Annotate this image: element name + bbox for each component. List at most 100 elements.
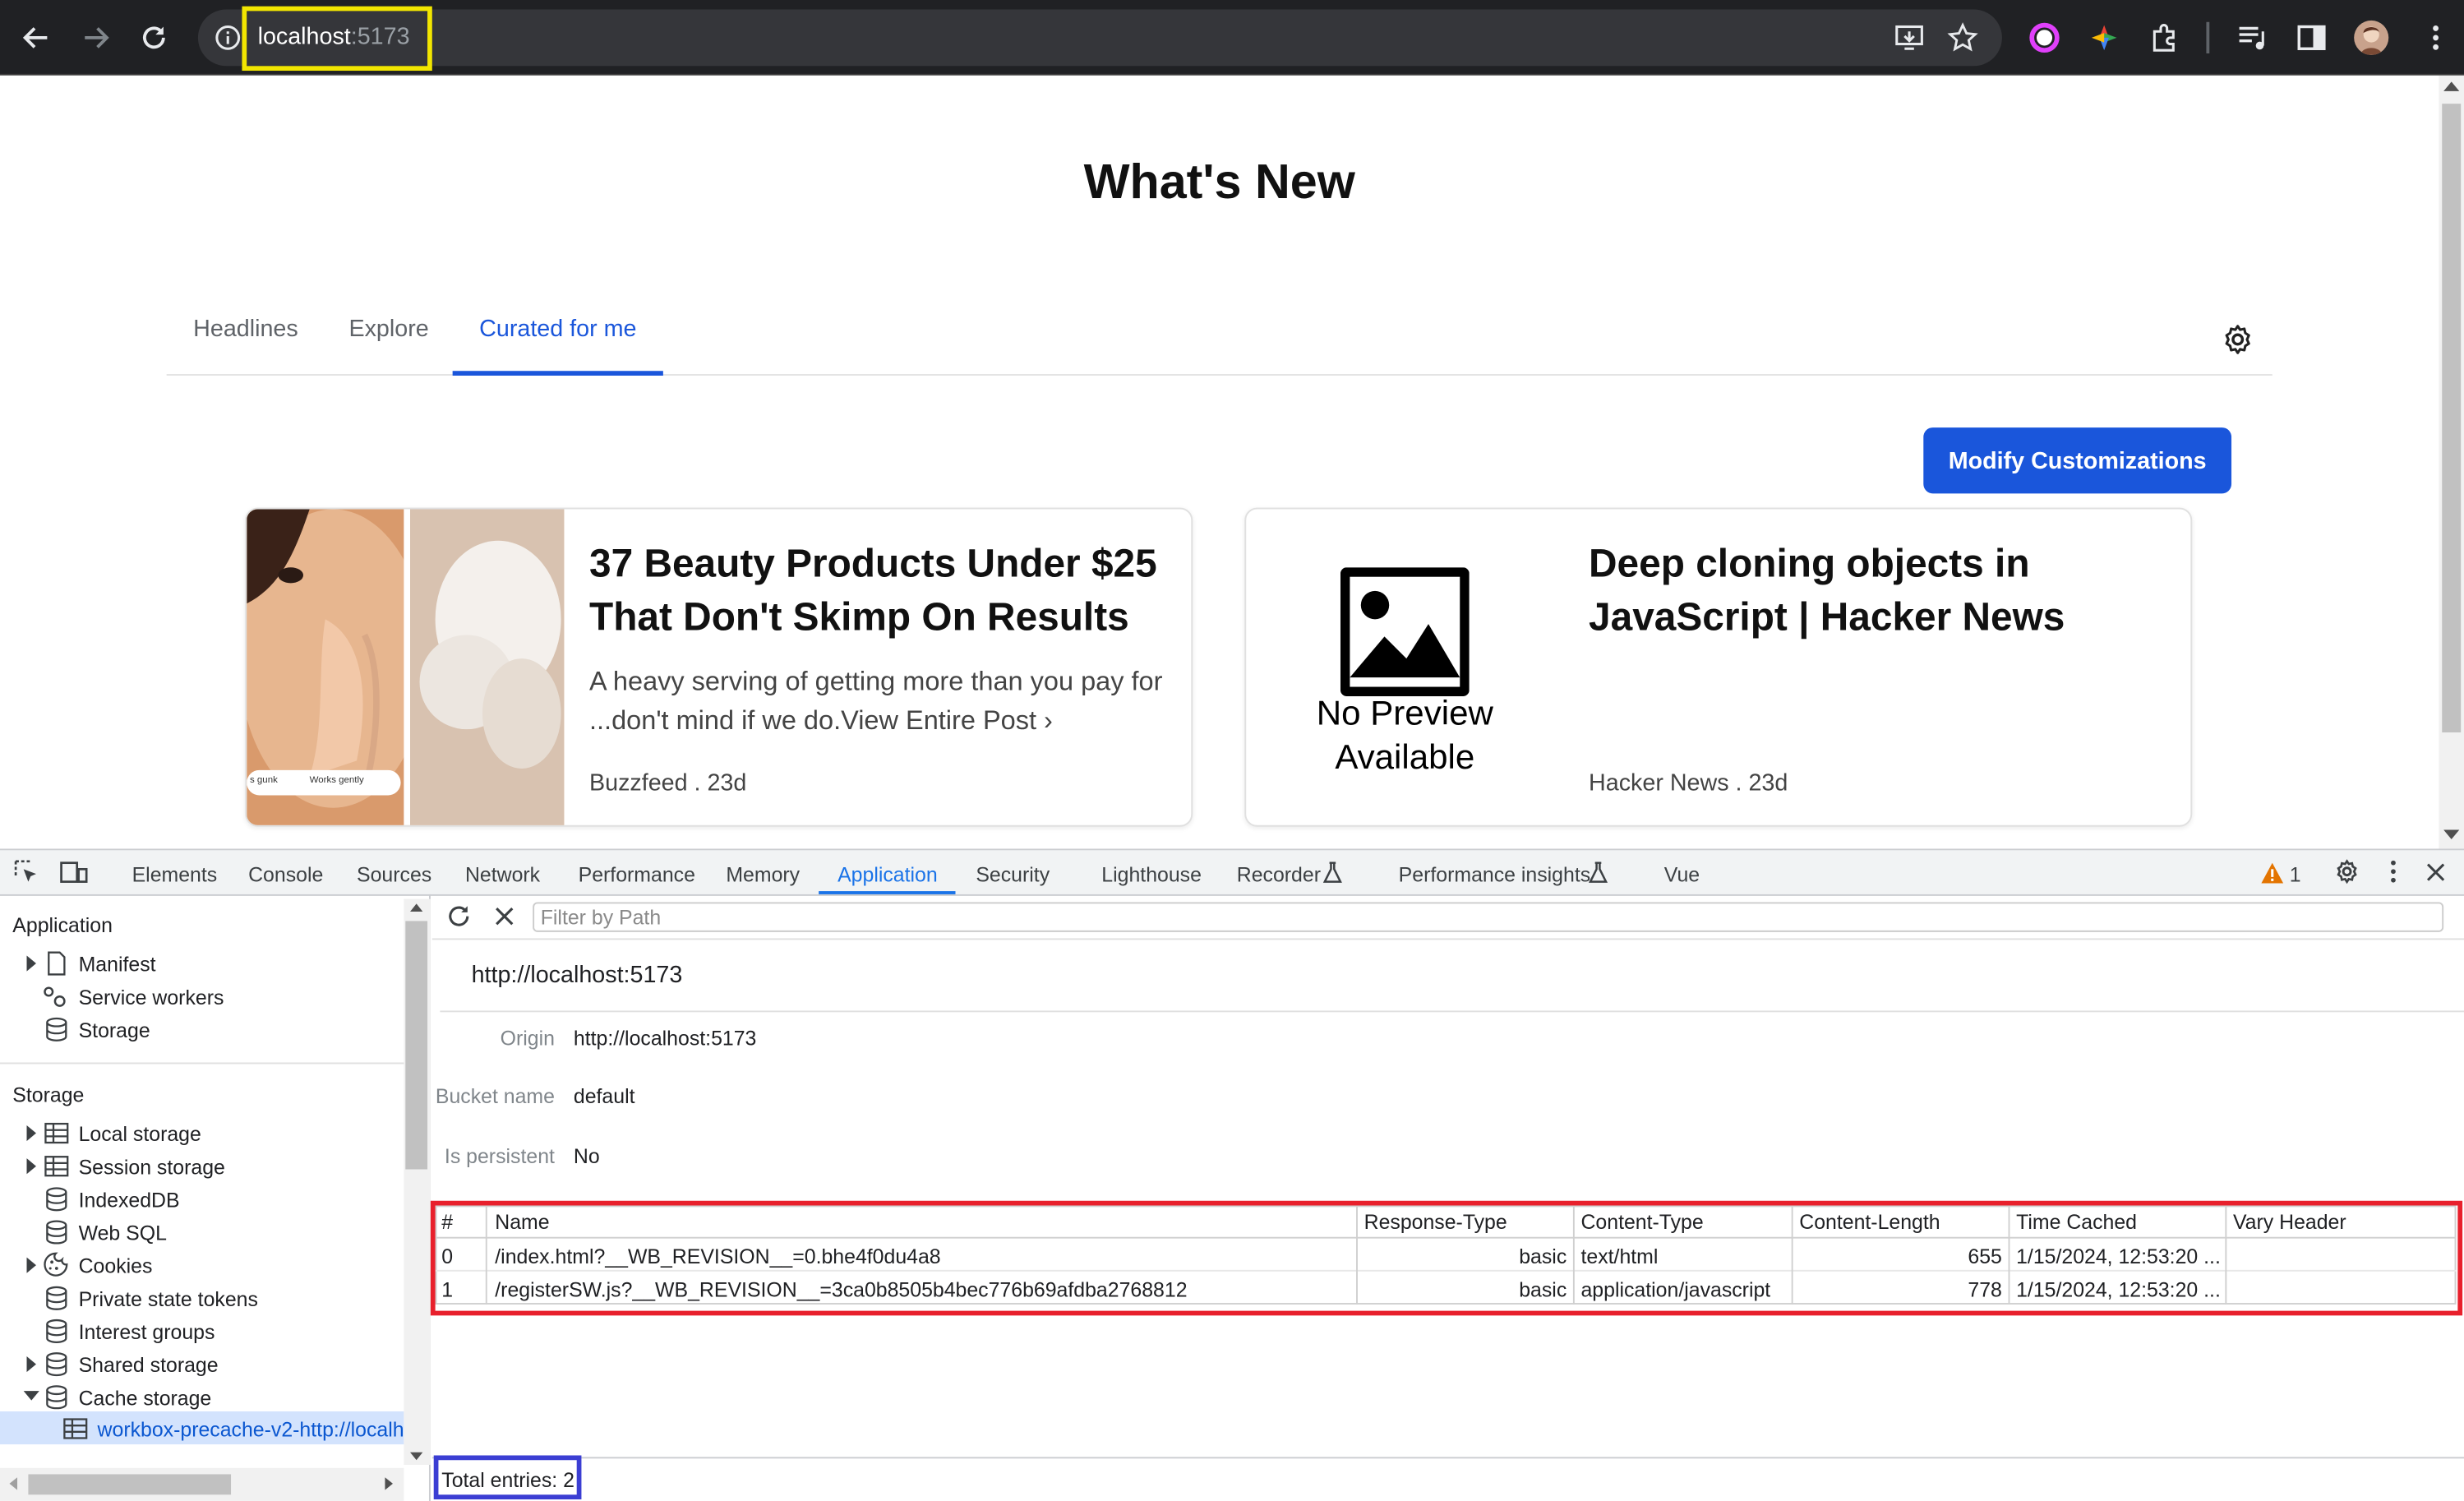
sidebar-item-storage[interactable]: Storage bbox=[79, 1018, 150, 1042]
experimental-flask-icon bbox=[1589, 861, 1608, 884]
gears-icon bbox=[41, 984, 67, 1009]
url-highlight-box bbox=[242, 6, 432, 72]
devtools-more-options-icon[interactable] bbox=[2381, 858, 2406, 885]
sidebar-item-service-workers[interactable]: Service workers bbox=[79, 986, 224, 1009]
expand-arrow-icon[interactable] bbox=[26, 1356, 36, 1373]
devtools-tab-application[interactable]: Application bbox=[837, 863, 938, 887]
devtools-tab-recorder[interactable]: Recorder bbox=[1237, 863, 1321, 887]
article-thumbnail: s gunk Works gently bbox=[247, 509, 565, 825]
warning-count[interactable]: 1 bbox=[2290, 863, 2301, 887]
sidebar-item-indexeddb[interactable]: IndexedDB bbox=[79, 1188, 180, 1212]
sidebar-section-application: Application bbox=[12, 912, 113, 937]
reload-icon[interactable] bbox=[135, 19, 173, 57]
install-app-icon[interactable] bbox=[1894, 22, 1925, 53]
sidebar-hscroll-thumb[interactable] bbox=[28, 1474, 232, 1495]
devtools-tab-vue[interactable]: Vue bbox=[1664, 863, 1700, 887]
refresh-icon[interactable] bbox=[446, 903, 472, 929]
sidebar-item-local-storage[interactable]: Local storage bbox=[79, 1122, 201, 1146]
image-placeholder-icon bbox=[1340, 567, 1470, 697]
article-description: A heavy serving of getting more than you… bbox=[589, 666, 1163, 697]
scroll-down-arrow-icon[interactable] bbox=[410, 1452, 423, 1461]
expand-arrow-icon[interactable] bbox=[26, 1257, 36, 1273]
palette-extension-icon[interactable] bbox=[2088, 22, 2120, 53]
database-icon bbox=[44, 1319, 70, 1344]
devtools-tab-memory[interactable]: Memory bbox=[726, 863, 800, 887]
devtools-tabbar: Elements Console Sources Network Perform… bbox=[0, 850, 2464, 896]
sidebar-item-session-storage[interactable]: Session storage bbox=[79, 1155, 225, 1179]
detail-key-is-persistent: Is persistent bbox=[444, 1143, 555, 1168]
modify-customizations-button[interactable]: Modify Customizations bbox=[1923, 427, 2232, 494]
article-card[interactable]: s gunk Works gently 37 Beauty Products U… bbox=[245, 507, 1193, 827]
clear-icon[interactable] bbox=[493, 905, 515, 927]
article-source-meta: Buzzfeed . 23d bbox=[589, 769, 747, 797]
scroll-up-arrow-icon[interactable] bbox=[2443, 81, 2460, 91]
detail-value-bucket-name: default bbox=[573, 1084, 635, 1108]
close-devtools-icon[interactable] bbox=[2423, 860, 2448, 885]
devtools-tab-sources[interactable]: Sources bbox=[357, 863, 431, 887]
expand-arrow-icon[interactable] bbox=[26, 1158, 36, 1175]
sidebar-item-cache-storage[interactable]: Cache storage bbox=[79, 1386, 212, 1410]
scroll-down-arrow-icon[interactable] bbox=[2443, 829, 2460, 840]
article-title-line: 37 Beauty Products Under $25 bbox=[589, 542, 1157, 587]
sidebar-item-shared-storage[interactable]: Shared storage bbox=[79, 1353, 219, 1377]
article-description[interactable]: ...don't mind if we do.View Entire Post … bbox=[589, 701, 1053, 741]
devtools-tab-elements[interactable]: Elements bbox=[132, 863, 218, 887]
devtools-tab-network[interactable]: Network bbox=[465, 863, 540, 887]
collapse-arrow-icon[interactable] bbox=[23, 1391, 39, 1401]
experimental-flask-icon bbox=[1322, 861, 1342, 884]
media-queue-icon[interactable] bbox=[2236, 22, 2268, 53]
page-scrollbar-thumb[interactable] bbox=[2442, 104, 2462, 732]
article-card[interactable]: No Preview Available Deep cloning object… bbox=[1244, 507, 2193, 827]
devtools-tab-console[interactable]: Console bbox=[248, 863, 323, 887]
color-picker-extension-icon[interactable] bbox=[2028, 22, 2060, 53]
devtools-tab-security[interactable]: Security bbox=[976, 863, 1050, 887]
site-info-icon[interactable] bbox=[214, 24, 242, 52]
forward-arrow-icon[interactable] bbox=[77, 19, 115, 57]
inspect-element-icon[interactable] bbox=[14, 860, 39, 885]
database-icon bbox=[44, 1286, 70, 1311]
active-tab-indicator bbox=[452, 371, 663, 376]
sidebar-item-web-sql[interactable]: Web SQL bbox=[79, 1222, 167, 1245]
sidebar-item-private-state-tokens[interactable]: Private state tokens bbox=[79, 1287, 258, 1311]
no-preview-text: No Preview Available bbox=[1246, 691, 1563, 779]
tab-explore[interactable]: Explore bbox=[348, 316, 428, 343]
sidebar-item-manifest[interactable]: Manifest bbox=[79, 953, 156, 977]
tab-curated-for-me[interactable]: Curated for me bbox=[479, 316, 636, 343]
browser-menu-icon[interactable] bbox=[2420, 22, 2451, 53]
extensions-puzzle-icon[interactable] bbox=[2148, 22, 2180, 53]
devtools-tab-lighthouse[interactable]: Lighthouse bbox=[1101, 863, 1202, 887]
devtools-tab-performance-insights[interactable]: Performance insights bbox=[1399, 863, 1591, 887]
expand-arrow-icon[interactable] bbox=[26, 955, 36, 972]
gear-icon[interactable] bbox=[2221, 322, 2255, 357]
devtools-settings-gear-icon[interactable] bbox=[2333, 858, 2360, 885]
detail-value-is-persistent: No bbox=[573, 1143, 600, 1168]
filter-by-path-input[interactable] bbox=[533, 902, 2444, 932]
bookmark-star-icon[interactable] bbox=[1947, 22, 1978, 53]
detail-key-origin: Origin bbox=[500, 1026, 555, 1051]
profile-avatar[interactable] bbox=[2354, 20, 2389, 55]
sidebar-item-interest-groups[interactable]: Interest groups bbox=[79, 1320, 215, 1344]
cookie-icon bbox=[43, 1251, 68, 1277]
sidebar-item-cookies[interactable]: Cookies bbox=[79, 1254, 153, 1278]
device-toggle-icon[interactable] bbox=[60, 860, 88, 885]
section-divider bbox=[440, 1010, 2464, 1013]
no-preview-line: No Preview bbox=[1316, 693, 1493, 732]
database-icon bbox=[44, 1384, 70, 1410]
sidebar-divider bbox=[0, 1062, 404, 1065]
thumbnail-caption-left: s gunk bbox=[250, 776, 278, 786]
expand-arrow-icon[interactable] bbox=[26, 1125, 36, 1142]
scroll-right-arrow-icon[interactable] bbox=[385, 1477, 393, 1490]
devtools-tab-performance[interactable]: Performance bbox=[579, 863, 695, 887]
sidebar-item-cache-entry[interactable]: workbox-precache-v2-http://localh bbox=[98, 1418, 404, 1442]
detail-value-origin: http://localhost:5173 bbox=[573, 1026, 757, 1051]
tab-headlines[interactable]: Headlines bbox=[193, 316, 298, 343]
scroll-up-arrow-icon[interactable] bbox=[410, 903, 423, 912]
back-arrow-icon[interactable] bbox=[17, 19, 55, 57]
side-panel-icon[interactable] bbox=[2296, 22, 2327, 53]
address-bar[interactable] bbox=[197, 9, 2002, 67]
article-source-meta: Hacker News . 23d bbox=[1589, 769, 1788, 797]
scroll-left-arrow-icon[interactable] bbox=[9, 1477, 18, 1490]
page-title: What's New bbox=[1083, 154, 1355, 210]
table-grid-icon bbox=[44, 1153, 70, 1179]
warning-icon[interactable] bbox=[2261, 862, 2284, 884]
